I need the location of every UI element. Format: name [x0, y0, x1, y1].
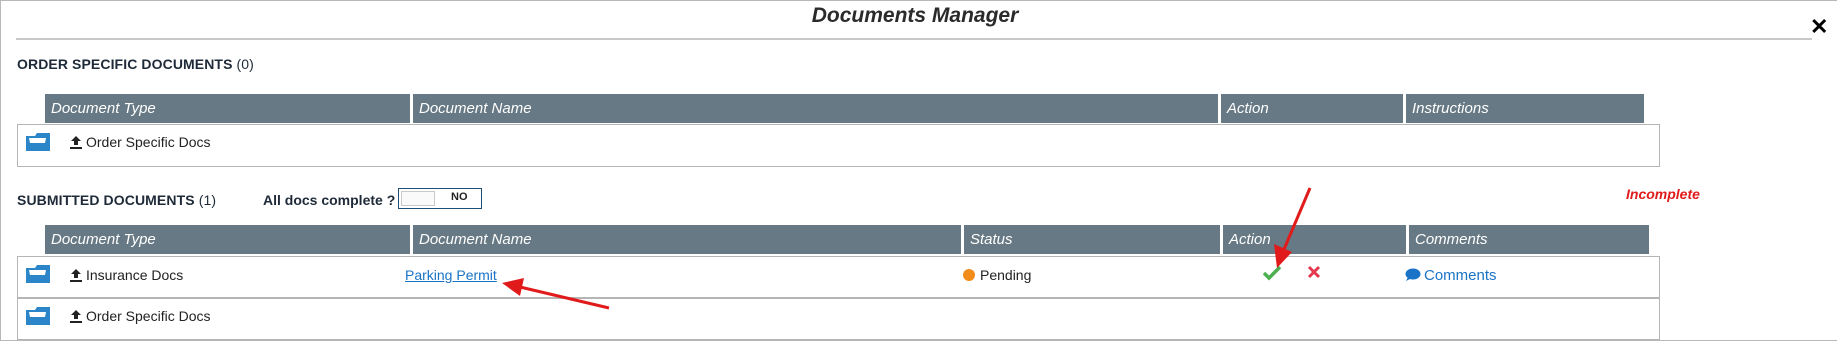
pending-dot-icon	[963, 269, 975, 281]
table-row: Order Specific Docs	[17, 124, 1660, 167]
upload-icon[interactable]	[69, 268, 83, 282]
status-label: Pending	[980, 267, 1032, 283]
document-type-label: Order Specific Docs	[86, 308, 211, 324]
title-divider	[16, 38, 1812, 40]
submitted-section-count: (1)	[198, 192, 217, 208]
column-header-action[interactable]: Action	[1221, 94, 1403, 123]
column-header-document-type[interactable]: Document Type	[45, 225, 410, 254]
approve-check-icon[interactable]	[1262, 265, 1282, 281]
upload-icon[interactable]	[69, 135, 83, 149]
dialog-title: Documents Manager	[811, 4, 1019, 27]
all-docs-complete-toggle[interactable]: NO	[398, 188, 482, 209]
comments-link[interactable]: Comments	[1405, 267, 1497, 284]
column-header-document-name[interactable]: Document Name	[413, 94, 1218, 123]
column-header-document-type[interactable]: Document Type	[45, 94, 410, 123]
upload-icon[interactable]	[69, 309, 83, 323]
submitted-section-heading: SUBMITTED DOCUMENTS (1)	[17, 192, 216, 208]
comment-bubble-icon	[1405, 268, 1421, 281]
close-icon[interactable]: ✕	[1810, 14, 1828, 40]
column-header-status[interactable]: Status	[964, 225, 1220, 254]
column-header-document-name[interactable]: Document Name	[413, 225, 961, 254]
column-header-comments[interactable]: Comments	[1409, 225, 1649, 254]
folder-icon[interactable]	[24, 131, 52, 153]
reject-x-icon[interactable]	[1306, 264, 1322, 280]
submitted-section-title: SUBMITTED DOCUMENTS	[17, 192, 195, 208]
comments-label: Comments	[1424, 267, 1497, 284]
column-header-instructions[interactable]: Instructions	[1406, 94, 1644, 123]
document-type-label: Insurance Docs	[86, 267, 184, 283]
table-row: Insurance Docs Parking Permit Pending Co…	[17, 256, 1660, 298]
order-section-title: ORDER SPECIFIC DOCUMENTS	[17, 56, 233, 72]
row-document-type[interactable]: Order Specific Docs	[69, 308, 210, 324]
row-document-type[interactable]: Order Specific Docs	[69, 134, 210, 150]
toggle-label: NO	[451, 191, 468, 203]
folder-icon[interactable]	[24, 263, 52, 285]
document-status: Pending	[963, 267, 1031, 283]
document-name-link[interactable]: Parking Permit	[405, 267, 497, 283]
column-header-action[interactable]: Action	[1223, 225, 1406, 254]
all-docs-complete-label: All docs complete ?	[263, 192, 396, 208]
toggle-knob	[401, 191, 435, 206]
folder-icon[interactable]	[24, 305, 52, 327]
order-section-count: (0)	[236, 56, 254, 72]
overall-status: Incomplete	[1626, 186, 1700, 202]
table-row: Order Specific Docs	[17, 298, 1660, 340]
row-document-type[interactable]: Insurance Docs	[69, 267, 183, 283]
order-section-heading: ORDER SPECIFIC DOCUMENTS (0)	[17, 56, 254, 72]
document-type-label: Order Specific Docs	[86, 134, 211, 150]
